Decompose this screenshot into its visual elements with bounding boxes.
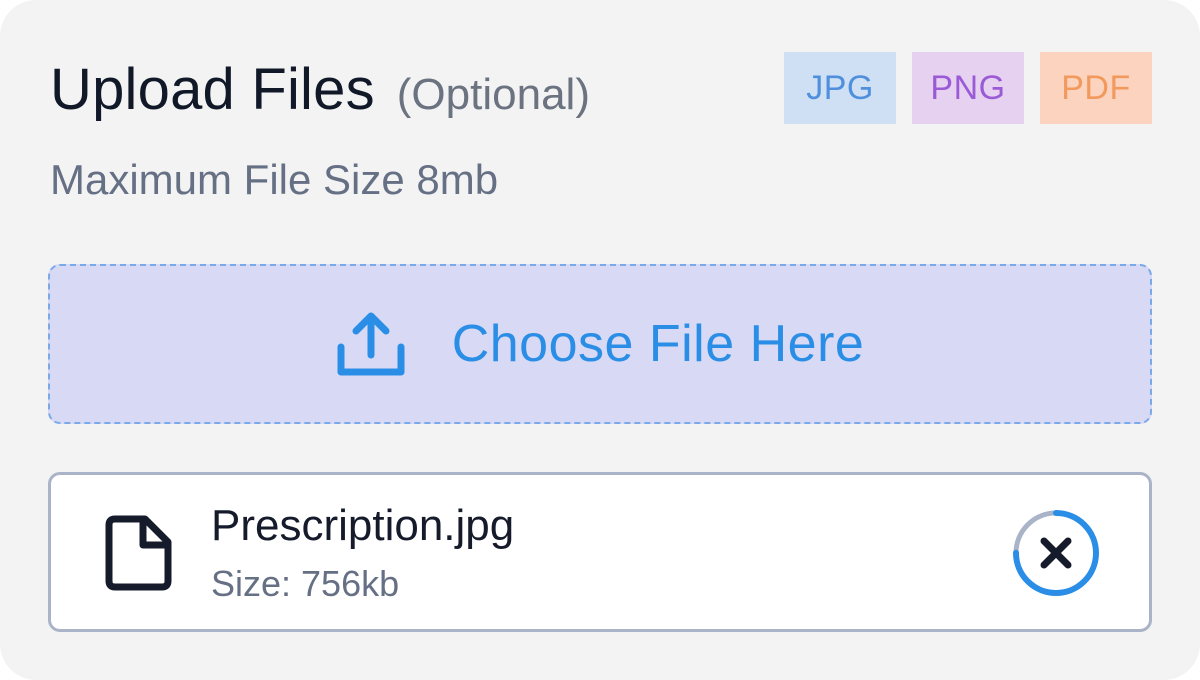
uploaded-file-item: Prescription.jpg Size: 756kb	[48, 472, 1152, 632]
file-icon	[105, 515, 172, 591]
page-title: Upload Files	[50, 57, 375, 122]
file-type-badges: JPG PNG PDF	[784, 52, 1152, 124]
dropzone-label: Choose File Here	[451, 315, 865, 373]
optional-label: (Optional)	[396, 70, 590, 119]
file-dropzone[interactable]: Choose File Here	[48, 264, 1152, 424]
upload-card: Upload Files (Optional) Maximum File Siz…	[0, 0, 1200, 680]
file-size: Size: 756kb	[211, 563, 400, 604]
upload-icon	[337, 312, 405, 376]
remove-file-button[interactable]	[1011, 508, 1101, 598]
badge-pdf: PDF	[1040, 52, 1152, 124]
close-icon	[1040, 537, 1072, 569]
file-name: Prescription.jpg	[211, 501, 515, 550]
title-row: Upload Files (Optional)	[50, 56, 590, 123]
badge-jpg: JPG	[784, 52, 896, 124]
max-file-size-text: Maximum File Size 8mb	[50, 156, 499, 203]
badge-png: PNG	[912, 52, 1024, 124]
